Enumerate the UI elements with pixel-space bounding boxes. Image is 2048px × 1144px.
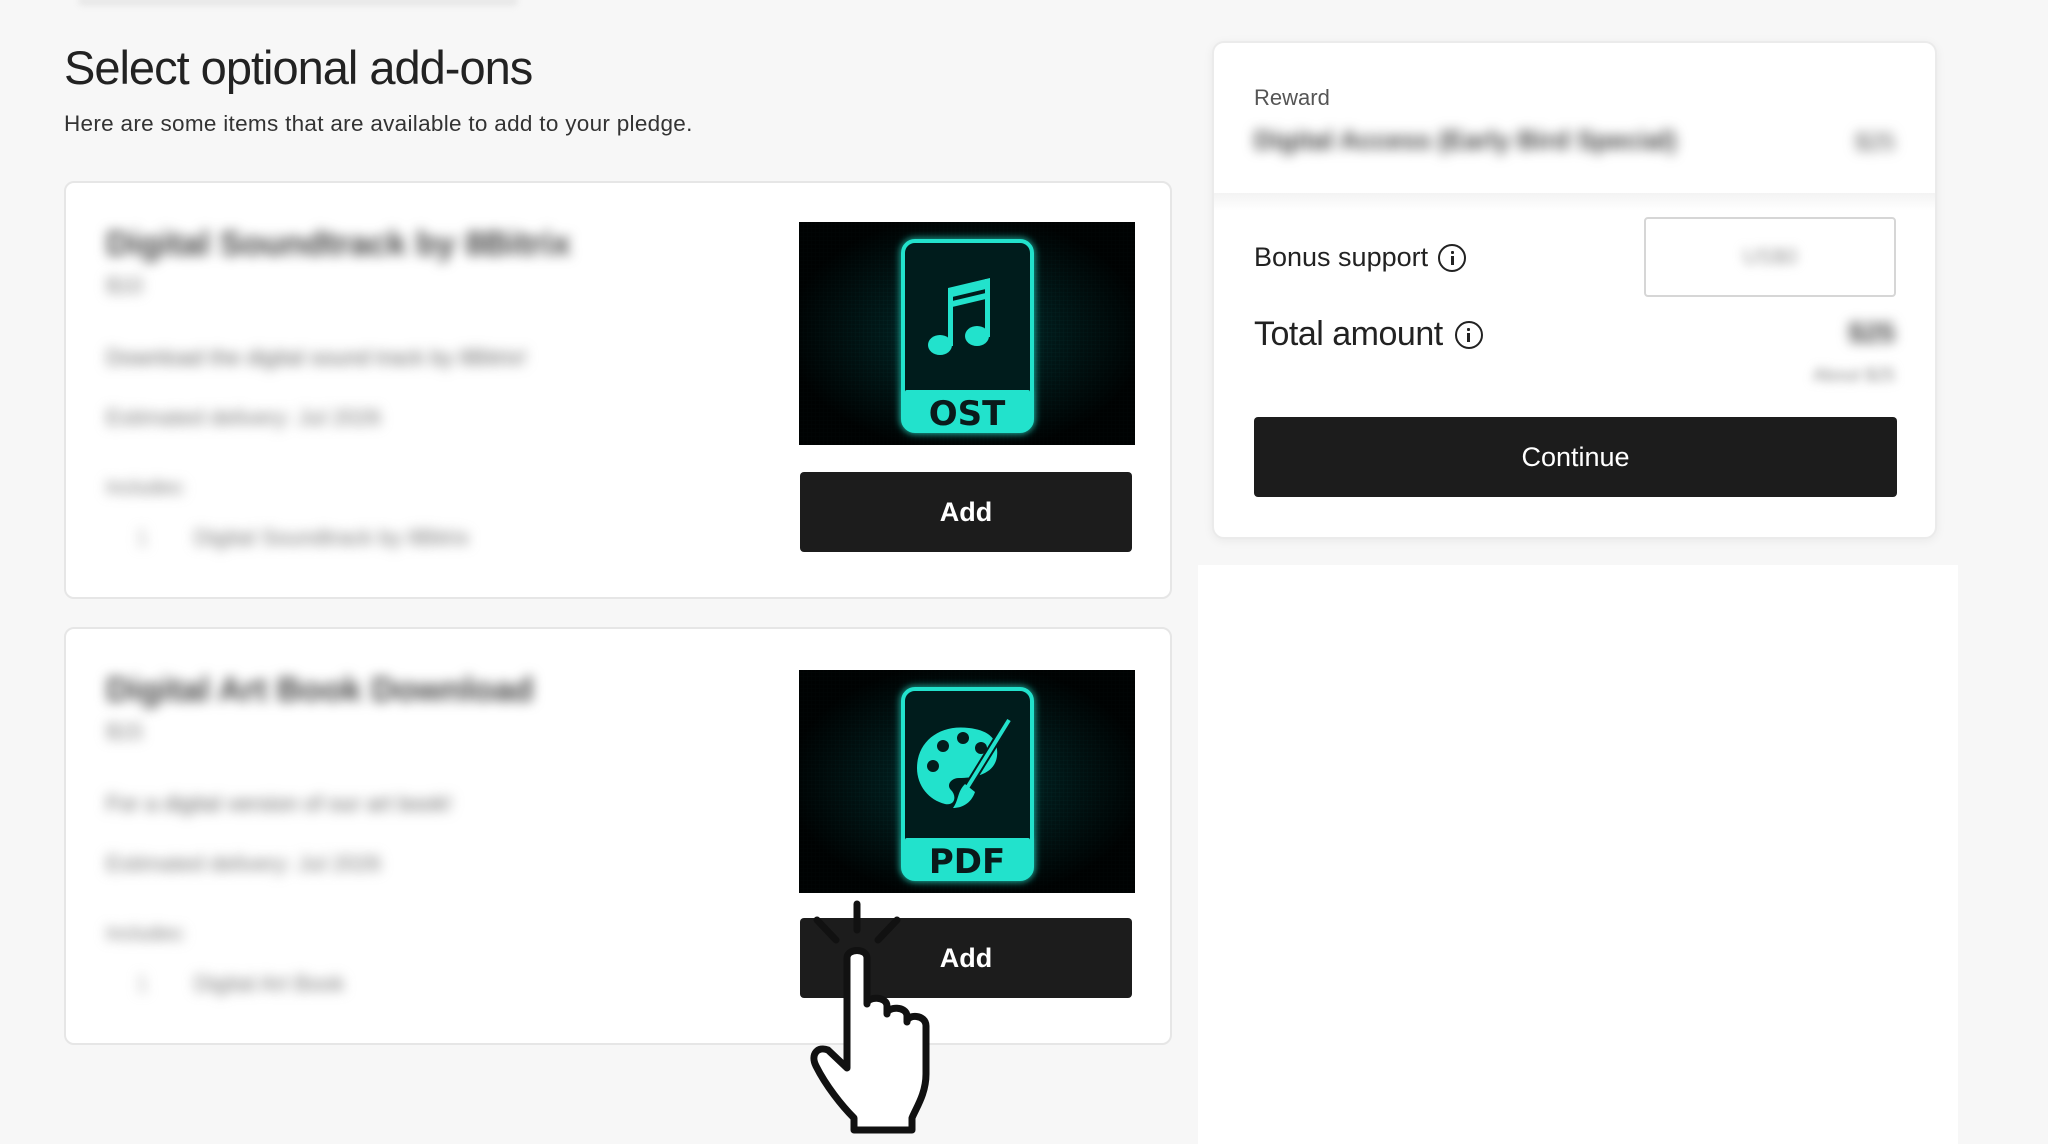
addon-title: Digital Soundtrack by 8Bitrix [106, 225, 571, 263]
addon-includes-qty: 1 [136, 971, 149, 996]
add-button-soundtrack[interactable]: Add [800, 472, 1132, 552]
total-amount-label: Total amount [1254, 315, 1443, 353]
addon-delivery: Estimated delivery: Jul 2026 [106, 851, 382, 876]
addon-card-artbook: Digital Art Book Download $15 For a digi… [64, 627, 1172, 1045]
continue-button[interactable]: Continue [1254, 417, 1897, 497]
bonus-support-label: Bonus support [1254, 242, 1429, 272]
total-amount-row: Total amount [1254, 315, 1483, 354]
pdf-label: PDF [929, 842, 1005, 882]
addon-delivery: Estimated delivery: Jul 2026 [106, 405, 382, 430]
addon-includes-qty: 1 [136, 525, 149, 550]
top-bar-remnant [78, 0, 518, 6]
total-amount-value: $25 [1848, 317, 1895, 348]
addon-includes-item: Digital Art Book [194, 971, 345, 996]
bonus-support-input[interactable]: US$0 [1644, 217, 1896, 297]
addon-image-pdf: PDF [799, 670, 1135, 893]
pledge-summary-card: Reward Digital Access (Early Bird Specia… [1212, 41, 1937, 539]
bonus-support-row: Bonus support [1254, 242, 1467, 273]
addon-price: $10 [106, 273, 143, 298]
addon-price: $15 [106, 719, 143, 744]
reward-label: Reward [1254, 85, 1330, 110]
addon-image-ost: OST [799, 222, 1135, 445]
info-icon[interactable] [1454, 320, 1483, 349]
ost-label: OST [929, 394, 1006, 434]
page-subtitle: Here are some items that are available t… [64, 111, 693, 136]
page-title: Select optional add-ons [64, 41, 533, 94]
summary-background [1198, 565, 1958, 1144]
addon-includes-label: Includes: [106, 923, 187, 945]
reward-price: $25 [1854, 129, 1895, 156]
addon-title: Digital Art Book Download [106, 671, 534, 709]
reward-name: Digital Access (Early Bird Special) [1254, 125, 1677, 155]
bonus-support-value: US$0 [1742, 244, 1798, 269]
info-icon[interactable] [1438, 243, 1467, 272]
addon-includes-item: Digital Soundtrack by 8Bitrix [194, 525, 470, 550]
reward-divider [1214, 193, 1935, 211]
addon-description: Download the digital sound track by 8Bit… [106, 345, 527, 370]
total-amount-note: About $25 [1812, 365, 1895, 385]
addon-card-soundtrack: Digital Soundtrack by 8Bitrix $10 Downlo… [64, 181, 1172, 599]
addon-description: For a digital version of our art book! [106, 791, 453, 816]
addon-includes-label: Includes: [106, 477, 187, 499]
add-button-artbook[interactable]: Add [800, 918, 1132, 998]
